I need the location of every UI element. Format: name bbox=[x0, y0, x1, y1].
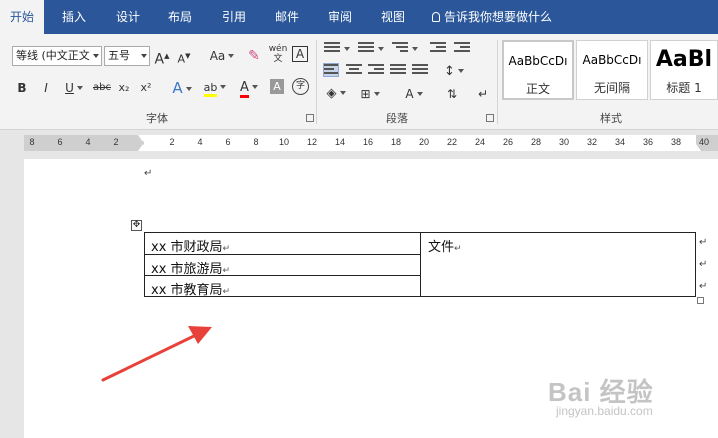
table-cell[interactable]: 文件↵ bbox=[428, 236, 462, 255]
end-of-row-mark: ↵ bbox=[699, 237, 708, 248]
annotation-arrow bbox=[101, 326, 212, 382]
watermark-url: jingyan.baidu.com bbox=[556, 404, 653, 418]
end-of-row-mark: ↵ bbox=[699, 281, 708, 292]
table-cell[interactable]: xx 市财政局↵ bbox=[151, 236, 230, 255]
table-cell[interactable]: xx 市教育局↵ bbox=[151, 279, 230, 298]
table-resize-handle[interactable] bbox=[697, 297, 704, 304]
end-of-row-mark: ↵ bbox=[699, 259, 708, 270]
table-cell[interactable]: xx 市旅游局↵ bbox=[151, 258, 230, 277]
